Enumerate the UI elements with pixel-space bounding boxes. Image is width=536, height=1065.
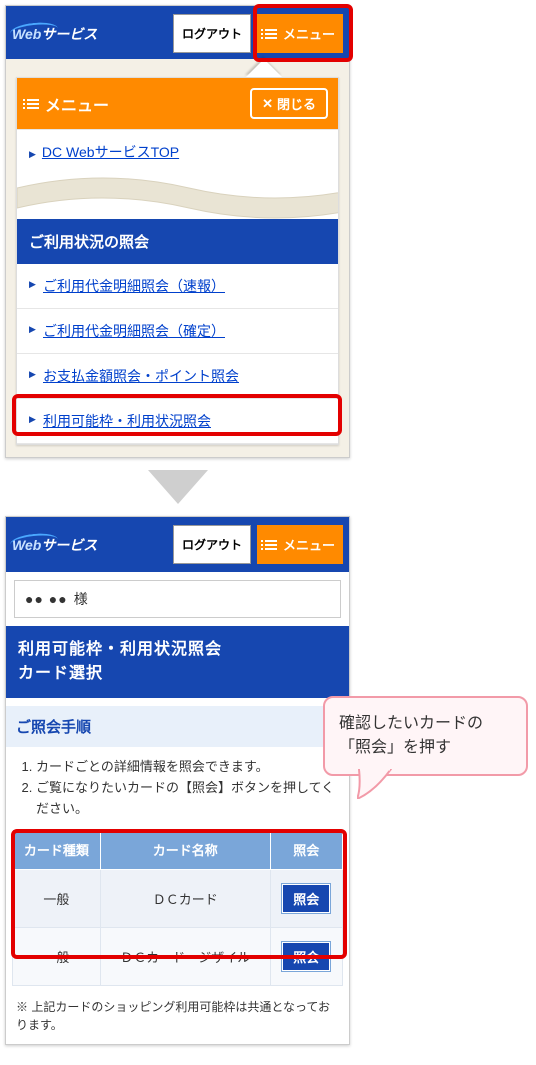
list-icon — [265, 29, 277, 39]
menu-button[interactable]: メニュー — [257, 14, 343, 53]
close-button-label: 閉じる — [277, 94, 316, 113]
list-icon — [265, 540, 277, 550]
th-card-type: カード種類 — [13, 830, 101, 870]
screen-card-select: Webサービス ログアウト メニュー ●● ●● 様 利用可能枠・利用状況照会 … — [5, 516, 350, 1045]
card-table-container: カード種類 カード名称 照会 一般 ＤＣカード 照会 一般 ＤＣカード ジザイル… — [6, 829, 349, 992]
inquiry-button[interactable]: 照会 — [282, 884, 330, 913]
usage-link-statement-prelim[interactable]: ご利用代金明細照会（速報） — [17, 264, 338, 309]
table-footnote: ※ 上記カードのショッピング利用可能枠は共通となっております。 — [6, 992, 349, 1044]
section-header-usage: ご利用状況の照会 — [17, 219, 338, 264]
header-bar: Webサービス ログアウト メニュー — [6, 517, 349, 572]
instruction-callout: 確認したいカードの 「照会」を押す — [323, 696, 528, 776]
logout-button[interactable]: ログアウト — [173, 14, 251, 53]
menu-panel: メニュー ✕閉じる DC WebサービスTOP ご利用状況の照会 ご利用代金 — [16, 77, 339, 445]
page-title-line2: カード選択 — [18, 662, 337, 686]
table-row: 一般 ＤＣカード 照会 — [13, 870, 343, 928]
step-2: ご覧になりたいカードの【照会】ボタンを押してください。 — [36, 778, 337, 820]
menu-button-label: メニュー — [283, 24, 335, 43]
close-menu-button[interactable]: ✕閉じる — [250, 88, 328, 119]
flow-arrow-down-icon — [5, 470, 350, 504]
logo: Webサービス — [12, 24, 97, 44]
page-title: 利用可能枠・利用状況照会 カード選択 — [6, 626, 349, 698]
usage-link-credit-limit[interactable]: 利用可能枠・利用状況照会 — [17, 399, 338, 444]
callout-line1: 確認したいカードの — [339, 712, 512, 736]
menu-dropdown-container: メニュー ✕閉じる DC WebサービスTOP ご利用状況の照会 ご利用代金 — [6, 59, 349, 457]
callout-line2: 「照会」を押す — [339, 736, 512, 760]
menu-link-top[interactable]: DC WebサービスTOP — [17, 129, 338, 174]
th-inquiry: 照会 — [270, 830, 342, 870]
menu-button[interactable]: メニュー — [257, 525, 343, 564]
usage-link-payment-points[interactable]: お支払金額照会・ポイント照会 — [17, 354, 338, 399]
menu-panel-header: メニュー ✕閉じる — [17, 78, 338, 129]
cell-card-type: 一般 — [13, 870, 101, 928]
content-gap-wave — [17, 174, 338, 219]
menu-button-label: メニュー — [283, 535, 335, 554]
list-icon — [27, 99, 39, 109]
table-header-row: カード種類 カード名称 照会 — [13, 830, 343, 870]
cell-card-name: ＤＣカード ジザイル — [100, 928, 270, 986]
greeting-bar: ●● ●● 様 — [14, 580, 341, 618]
logo: Webサービス — [12, 535, 97, 555]
cell-card-type: 一般 — [13, 928, 101, 986]
callout-tail-icon — [357, 769, 393, 799]
card-table: カード種類 カード名称 照会 一般 ＤＣカード 照会 一般 ＤＣカード ジザイル… — [12, 829, 343, 986]
logout-button[interactable]: ログアウト — [173, 525, 251, 564]
masked-name-icon: ●● ●● — [25, 591, 68, 607]
greeting-suffix: 様 — [74, 589, 88, 609]
menu-panel-title: メニュー — [45, 92, 109, 116]
logo-web: Web — [12, 537, 41, 553]
close-icon: ✕ — [262, 96, 273, 112]
screen-menu-open: Webサービス ログアウト メニュー メニュー ✕閉じる — [5, 5, 350, 458]
step-1: カードごとの詳細情報を照会できます。 — [36, 757, 337, 778]
usage-link-list: ご利用代金明細照会（速報） ご利用代金明細照会（確定） お支払金額照会・ポイント… — [17, 264, 338, 444]
logo-web: Web — [12, 26, 41, 42]
header-bar: Webサービス ログアウト メニュー — [6, 6, 349, 61]
dropdown-pointer-icon — [246, 59, 282, 77]
th-card-name: カード名称 — [100, 830, 270, 870]
procedure-steps: カードごとの詳細情報を照会できます。 ご覧になりたいカードの【照会】ボタンを押し… — [6, 747, 349, 829]
usage-link-statement-final[interactable]: ご利用代金明細照会（確定） — [17, 309, 338, 354]
page-title-line1: 利用可能枠・利用状況照会 — [18, 638, 337, 662]
cell-card-name: ＤＣカード — [100, 870, 270, 928]
inquiry-button[interactable]: 照会 — [282, 942, 330, 971]
table-row: 一般 ＤＣカード ジザイル 照会 — [13, 928, 343, 986]
section-header-procedure: ご照会手順 — [6, 706, 349, 747]
